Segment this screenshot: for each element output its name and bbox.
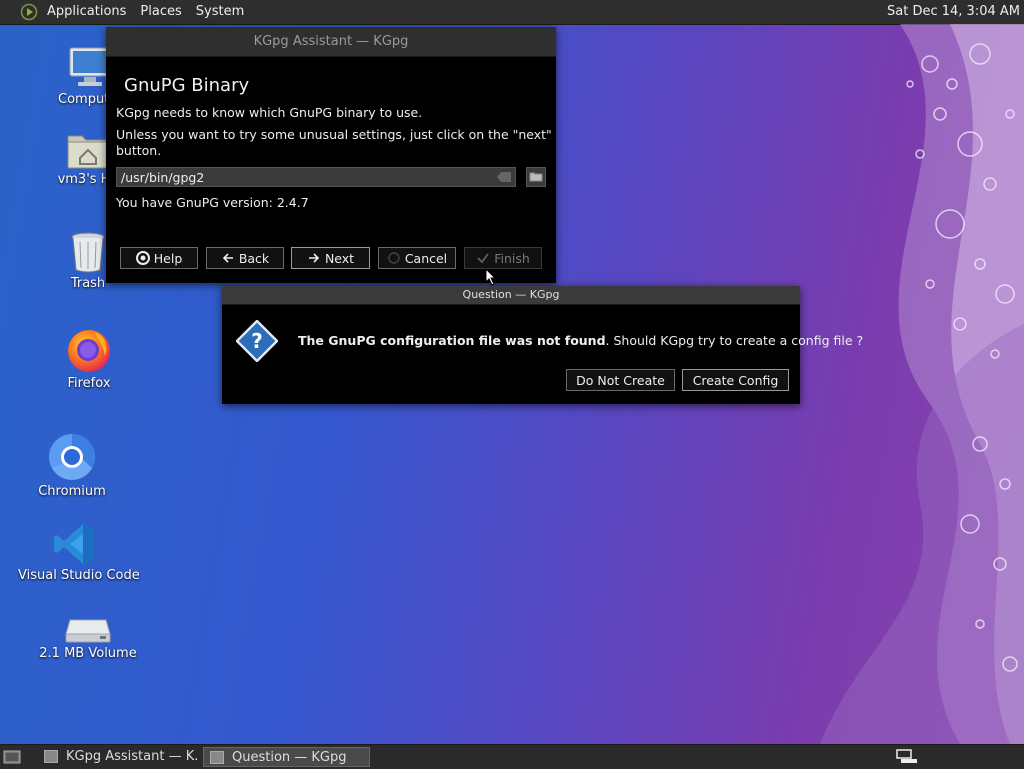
create-config-label: Create Config bbox=[692, 372, 779, 388]
desktop-icon-firefox[interactable]: Firefox bbox=[49, 326, 129, 391]
back-button[interactable]: Back bbox=[206, 247, 284, 269]
question-dialog: Question — KGpg ? The GnuPG configuratio… bbox=[222, 286, 863, 404]
workspace-switcher-icon[interactable] bbox=[896, 749, 918, 765]
desktop-icon-label: Visual Studio Code bbox=[18, 568, 140, 583]
clock[interactable]: Sat Dec 14, 3:04 AM bbox=[887, 0, 1020, 24]
binary-path-input[interactable]: /usr/bin/gpg2 bbox=[116, 167, 516, 187]
desktop-icon-volume[interactable]: 2.1 MB Volume bbox=[38, 614, 138, 661]
binary-path-value: /usr/bin/gpg2 bbox=[121, 170, 205, 185]
taskbar-item-label: Question — KGpg bbox=[232, 750, 347, 765]
arrow-right-icon bbox=[308, 253, 320, 263]
cancel-label: Cancel bbox=[404, 250, 448, 266]
desktop-icon-label: Firefox bbox=[67, 376, 111, 391]
help-icon bbox=[135, 251, 150, 265]
finish-button[interactable]: Finish bbox=[464, 247, 542, 269]
do-not-create-button[interactable]: Do Not Create bbox=[566, 369, 675, 391]
question-message-rest: . Should KGpg try to create a config fil… bbox=[605, 333, 864, 348]
taskbar-item-question[interactable]: Question — KGpg bbox=[203, 747, 370, 767]
applications-logo-icon[interactable] bbox=[20, 3, 38, 21]
mouse-cursor-icon bbox=[485, 268, 497, 286]
firefox-icon bbox=[68, 330, 110, 372]
desktop-icon-label: Chromium bbox=[38, 484, 106, 499]
taskbar-item-label: KGpg Assistant — K... bbox=[66, 749, 198, 764]
menu-places[interactable]: Places bbox=[133, 0, 188, 24]
browse-button[interactable] bbox=[526, 167, 546, 187]
desktop-icon-chromium[interactable]: Chromium bbox=[32, 432, 112, 499]
window-icon bbox=[210, 751, 224, 764]
taskbar-item-kgpg-assistant[interactable]: KGpg Assistant — K... bbox=[38, 747, 198, 767]
version-text: You have GnuPG version: 2.4.7 bbox=[116, 195, 309, 210]
finish-label: Finish bbox=[494, 250, 530, 266]
description-line: Unless you want to try some unusual sett… bbox=[116, 127, 552, 142]
help-label: Help bbox=[153, 250, 183, 266]
window-title[interactable]: KGpg Assistant — KGpg bbox=[106, 27, 556, 57]
menu-system[interactable]: System bbox=[189, 0, 251, 24]
taskbar: KGpg Assistant — K... Question — KGpg bbox=[0, 744, 1024, 769]
clear-text-icon[interactable] bbox=[497, 172, 511, 182]
cancel-icon bbox=[388, 252, 400, 264]
drive-icon bbox=[65, 619, 111, 643]
next-label: Next bbox=[324, 250, 355, 266]
description-line: KGpg needs to know which GnuPG binary to… bbox=[116, 105, 423, 120]
chromium-icon bbox=[49, 434, 95, 480]
menu-applications[interactable]: Applications bbox=[40, 0, 133, 24]
page-title: GnuPG Binary bbox=[124, 75, 250, 96]
top-panel: Applications Places System Sat Dec 14, 3… bbox=[0, 0, 1024, 25]
question-message-bold: The GnuPG configuration file was not fou… bbox=[298, 333, 606, 348]
question-message: The GnuPG configuration file was not fou… bbox=[298, 333, 863, 348]
desktop-icon-vscode[interactable]: Visual Studio Code bbox=[18, 522, 140, 583]
vscode-icon bbox=[54, 524, 94, 564]
dialog-title[interactable]: Question — KGpg bbox=[222, 286, 800, 305]
kgpg-assistant-window: KGpg Assistant — KGpg GnuPG Binary KGpg … bbox=[106, 27, 556, 283]
arrow-left-icon bbox=[222, 253, 233, 263]
folder-open-icon bbox=[529, 172, 543, 182]
desktop-icon-label: 2.1 MB Volume bbox=[39, 646, 137, 661]
home-folder-icon bbox=[67, 135, 109, 169]
window-icon bbox=[44, 750, 58, 763]
help-button[interactable]: Help bbox=[120, 247, 198, 269]
show-desktop-icon[interactable] bbox=[3, 749, 21, 765]
question-icon: ? bbox=[236, 320, 278, 362]
do-not-create-label: Do Not Create bbox=[576, 372, 665, 388]
svg-text:?: ? bbox=[251, 329, 263, 353]
cancel-button[interactable]: Cancel bbox=[378, 247, 456, 269]
next-button[interactable]: Next bbox=[291, 247, 370, 269]
description-line: button. bbox=[116, 143, 162, 158]
back-label: Back bbox=[238, 250, 270, 266]
trash-icon bbox=[71, 232, 105, 273]
create-config-button[interactable]: Create Config bbox=[682, 369, 789, 391]
checkmark-icon bbox=[477, 253, 489, 264]
wallpaper-swirls bbox=[820, 24, 1024, 744]
